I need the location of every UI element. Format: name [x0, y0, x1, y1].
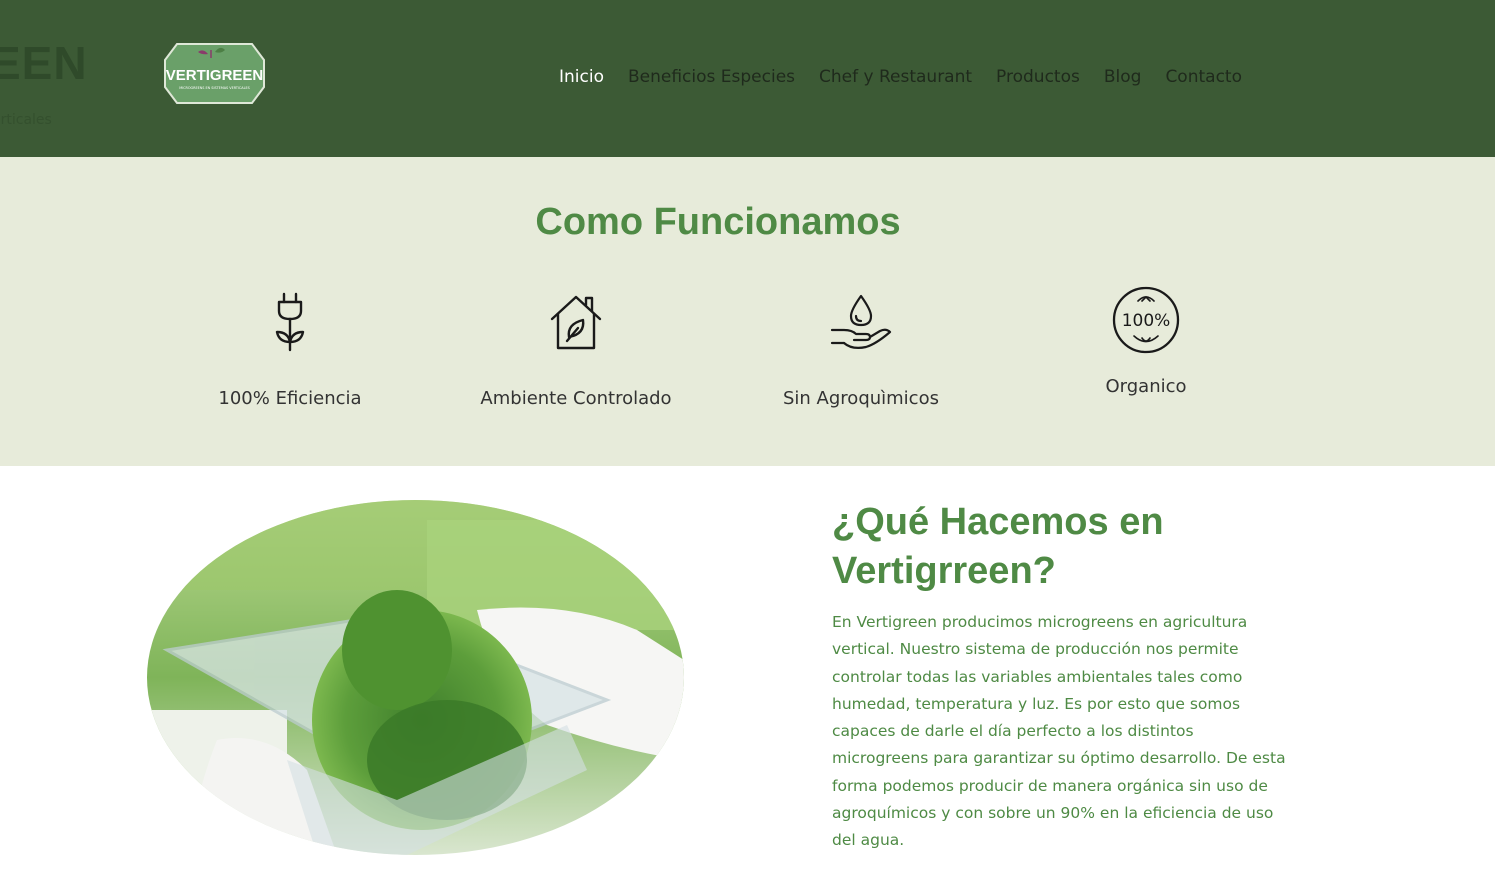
- microgreens-tray-photo: [147, 500, 684, 855]
- nav-link-contacto[interactable]: Contacto: [1165, 67, 1242, 87]
- svg-text:100%: 100%: [1122, 311, 1171, 331]
- feature-sin-agroquimicos: Sin Agroquìmicos: [741, 292, 981, 409]
- como-funcionamos-section: Como Funcionamos 100% Eficiencia Ambient…: [0, 157, 1495, 466]
- svg-text:VERTIGREEN: VERTIGREEN: [166, 67, 264, 84]
- nav-link-inicio[interactable]: Inicio: [559, 67, 604, 87]
- section-title: Como Funcionamos: [535, 201, 901, 243]
- nav-link-productos[interactable]: Productos: [996, 67, 1080, 87]
- organic-badge-icon: 100%: [1112, 286, 1180, 354]
- about-title: ¿Qué Hacemos en Vertigrreen?: [832, 501, 1164, 592]
- svg-text:MICROGREENS EN SISTEMAS VERTIC: MICROGREENS EN SISTEMAS VERTICALES: [179, 86, 250, 90]
- site-header: EEN erticales VERTIGREEN MICROGREENS EN …: [0, 0, 1495, 157]
- vertigreen-logo[interactable]: VERTIGREEN MICROGREENS EN SISTEMAS VERTI…: [163, 40, 266, 107]
- main-nav: Inicio Beneficios Especies Chef y Restau…: [559, 64, 1266, 90]
- slider-ghost-title: EEN: [0, 37, 88, 89]
- about-body-text: En Vertigreen producimos microgreens en …: [832, 613, 1286, 850]
- feature-label: Organico: [1105, 376, 1187, 397]
- feature-organico: 100% Organico: [1026, 286, 1266, 397]
- feature-label: Sin Agroquìmicos: [783, 388, 939, 409]
- nav-link-blog[interactable]: Blog: [1104, 67, 1142, 87]
- nav-link-chef-y-restaurant[interactable]: Chef y Restaurant: [819, 67, 972, 87]
- hand-drop-icon: [830, 294, 892, 349]
- feature-ambiente-controlado: Ambiente Controlado: [456, 292, 696, 409]
- plug-plant-icon: [275, 292, 305, 352]
- feature-label: Ambiente Controlado: [480, 388, 672, 409]
- feature-eficiencia: 100% Eficiencia: [170, 292, 410, 409]
- slider-ghost-subtitle: erticales: [0, 112, 52, 128]
- feature-label: 100% Eficiencia: [218, 388, 362, 409]
- nav-link-beneficios-especies[interactable]: Beneficios Especies: [628, 67, 795, 87]
- house-leaf-icon: [550, 295, 602, 350]
